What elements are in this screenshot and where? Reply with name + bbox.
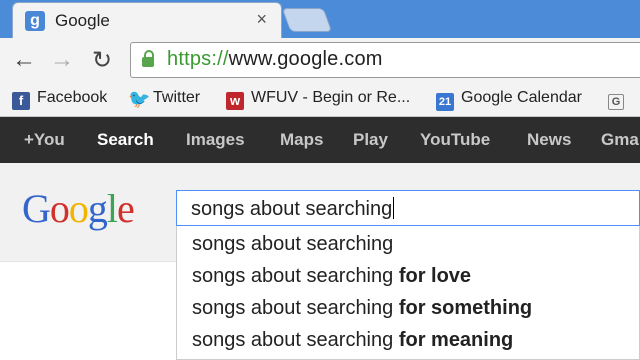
- gbar-search[interactable]: Search: [97, 130, 154, 150]
- search-query-text: songs about searching: [191, 198, 393, 220]
- tab-title: Google: [55, 11, 110, 30]
- bookmark-label: Google Calendar: [461, 89, 582, 106]
- gbar-youtube[interactable]: YouTube: [420, 130, 490, 150]
- new-tab-button[interactable]: [281, 8, 333, 32]
- google-bookmark-icon: G: [608, 94, 624, 110]
- suggestion-prefix: songs about searching: [192, 265, 399, 287]
- google-favicon-icon: g: [25, 11, 45, 31]
- bookmark-wfuv[interactable]: w WFUV - Begin or Re...: [226, 89, 410, 110]
- suggestion-prefix: songs about searching: [192, 233, 394, 255]
- bookmark-label: Twitter: [153, 89, 201, 106]
- browser-toolbar: ← → ↻ https://www.google.com: [0, 38, 640, 82]
- logo-letter: g: [87, 186, 108, 231]
- bookmark-twitter[interactable]: 🐦 Twitter: [128, 89, 200, 108]
- reload-icon[interactable]: ↻: [92, 46, 112, 75]
- suggestion-item[interactable]: songs about searching for love: [192, 265, 471, 288]
- logo-letter: o: [68, 186, 89, 231]
- suggestion-suffix: for something: [398, 297, 533, 319]
- bookmark-google-calendar[interactable]: 21 Google Calendar: [436, 89, 582, 111]
- calendar-icon: 21: [436, 93, 454, 111]
- gbar-images[interactable]: Images: [186, 130, 245, 150]
- facebook-icon: f: [12, 92, 30, 110]
- suggestion-item[interactable]: songs about searching for something: [192, 297, 532, 320]
- bookmark-facebook[interactable]: f Facebook: [12, 89, 107, 110]
- suggestion-item[interactable]: songs about searching for meaning: [192, 329, 513, 352]
- bookmark-label: WFUV - Begin or Re...: [251, 89, 411, 106]
- logo-letter: e: [117, 186, 135, 231]
- suggestion-prefix: songs about searching: [192, 329, 399, 351]
- logo-letter: G: [22, 186, 51, 231]
- wfuv-icon: w: [226, 92, 244, 110]
- suggestion-item[interactable]: songs about searching: [192, 233, 393, 256]
- autocomplete-dropdown: songs about searching songs about search…: [176, 226, 640, 360]
- gbar-gmail[interactable]: Gma: [601, 130, 639, 150]
- search-query: songs about searching: [191, 197, 395, 221]
- text-caret: [393, 197, 395, 219]
- bookmarks-bar: f Facebook 🐦 Twitter w WFUV - Begin or Re..…: [0, 82, 640, 117]
- close-icon[interactable]: ×: [256, 9, 267, 30]
- logo-letter: l: [106, 186, 118, 231]
- tab-strip: g Google ×: [0, 0, 640, 39]
- forward-arrow-icon[interactable]: →: [50, 46, 74, 74]
- suggestion-prefix: songs about searching: [192, 297, 399, 319]
- back-arrow-icon[interactable]: ←: [12, 46, 36, 74]
- bookmark-google[interactable]: G: [608, 89, 631, 110]
- suggestion-suffix: for meaning: [398, 329, 514, 351]
- lock-icon: [142, 50, 154, 67]
- gbar-news[interactable]: News: [527, 130, 571, 150]
- url-text[interactable]: https://www.google.com: [167, 48, 383, 71]
- url-scheme: https://: [167, 48, 229, 70]
- search-input[interactable]: songs about searching: [176, 190, 640, 226]
- twitter-icon: 🐦: [128, 89, 151, 109]
- tab-google[interactable]: g Google ×: [12, 2, 282, 39]
- gbar-play[interactable]: Play: [353, 130, 388, 150]
- google-nav-bar: +You Search Images Maps Play YouTube New…: [0, 117, 640, 163]
- suggestion-suffix: for love: [398, 265, 472, 287]
- gbar-maps[interactable]: Maps: [280, 130, 323, 150]
- bookmark-label: Facebook: [37, 89, 108, 106]
- google-logo[interactable]: Google: [22, 185, 135, 232]
- url-host: www.google.com: [228, 48, 383, 70]
- logo-letter: o: [49, 186, 70, 231]
- gbar-you[interactable]: +You: [24, 130, 65, 150]
- address-bar[interactable]: https://www.google.com: [130, 42, 640, 78]
